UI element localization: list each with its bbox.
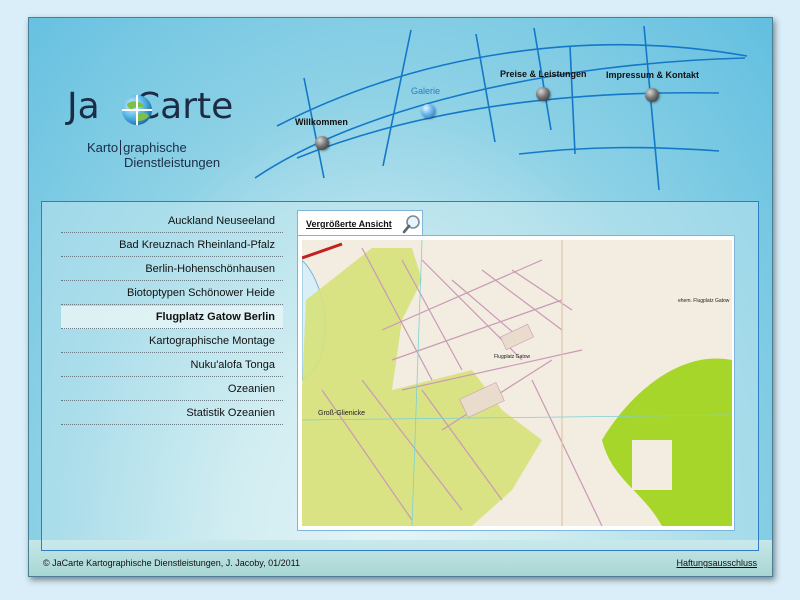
disclaimer-link[interactable]: Haftungsausschluss — [676, 558, 757, 568]
jacarte-logo[interactable]: Ja Carte Karto graphische Dienstleistunge… — [67, 86, 257, 176]
nav-impressum-label[interactable]: Impressum & Kontakt — [606, 70, 699, 80]
gallery-item-statistik-ozeanien[interactable]: Statistik Ozeanien — [61, 402, 283, 425]
map-preview-panel: Groß-Glienicke Flugplatz Gatow ehem. Flu… — [297, 235, 735, 531]
map-label-ehem-flugplatz: ehem. Flugplatz Gatow — [678, 298, 730, 304]
logo-sub-dienstleistungen: Dienstleistungen — [124, 155, 221, 170]
gallery-item-flugplatz-gatow[interactable]: Flugplatz Gatow Berlin — [61, 306, 283, 329]
logo-sub-graphische: graphische — [123, 140, 187, 155]
gallery-item-bad-kreuznach[interactable]: Bad Kreuznach Rheinland-Pfalz — [61, 234, 283, 257]
nav-willkommen-button[interactable] — [315, 136, 329, 150]
logo-sub-karto: Karto — [87, 140, 119, 155]
gallery-item-berlin-hohenschoenhausen[interactable]: Berlin-Hohenschönhausen — [61, 258, 283, 281]
page-frame: Ja Carte Karto graphische Dienstleistunge… — [28, 17, 773, 577]
nav-willkommen-label[interactable]: Willkommen — [295, 117, 348, 127]
enlarged-view-tab[interactable]: Vergrößerte Ansicht — [297, 210, 423, 236]
logo-text-ja: Ja — [67, 86, 100, 127]
map-label-flugplatz: Flugplatz Gatow — [494, 354, 531, 360]
gallery-panel: Auckland Neuseeland Bad Kreuznach Rheinl… — [41, 201, 759, 551]
nav-preise-button[interactable] — [536, 87, 550, 101]
gallery-item-auckland[interactable]: Auckland Neuseeland — [61, 210, 283, 233]
gallery-item-ozeanien[interactable]: Ozeanien — [61, 378, 283, 401]
map-label-gross-glienicke: Groß-Glienicke — [318, 410, 365, 417]
map-image-flugplatz-gatow[interactable]: Groß-Glienicke Flugplatz Gatow ehem. Flu… — [302, 240, 732, 526]
globe-icon — [122, 95, 152, 125]
enlarged-view-link[interactable]: Vergrößerte Ansicht — [306, 219, 392, 229]
magnifier-icon[interactable] — [402, 214, 422, 234]
copyright-text: © JaCarte Kartographische Dienstleistung… — [43, 558, 300, 568]
gallery-item-biotoptypen[interactable]: Biotoptypen Schönower Heide — [61, 282, 283, 305]
nav-galerie-label[interactable]: Galerie — [411, 86, 440, 96]
gallery-item-kartographische-montage[interactable]: Kartographische Montage — [61, 330, 283, 353]
gallery-item-nukualofa[interactable]: Nuku'alofa Tonga — [61, 354, 283, 377]
nav-preise-label[interactable]: Preise & Leistungen — [500, 69, 587, 79]
nav-galerie-button[interactable] — [421, 104, 435, 118]
gallery-menu: Auckland Neuseeland Bad Kreuznach Rheinl… — [61, 210, 283, 426]
nav-impressum-button[interactable] — [645, 88, 659, 102]
logo-subtitle: Karto graphische Dienstleistungen — [87, 140, 220, 170]
